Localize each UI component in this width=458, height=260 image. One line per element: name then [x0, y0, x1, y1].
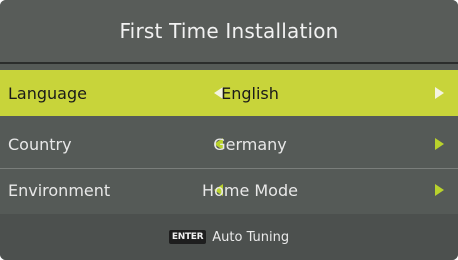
- row-label-language: Language: [8, 83, 87, 103]
- title-bar: First Time Installation: [0, 0, 458, 64]
- enter-key-icon: ENTER: [168, 230, 207, 244]
- menu-row-country[interactable]: Country Germany: [0, 120, 458, 169]
- row-value-country: Germany: [213, 134, 287, 154]
- footer-hint: ENTER Auto Tuning: [0, 214, 458, 260]
- menu-row-language[interactable]: Language English: [0, 70, 458, 116]
- row-label-environment: Environment: [8, 180, 111, 200]
- menu-row-environment[interactable]: Environment Home Mode: [0, 166, 458, 215]
- row-value-language: English: [221, 83, 279, 103]
- right-triangle-icon[interactable]: [435, 87, 444, 99]
- installation-panel: First Time Installation Language English…: [0, 0, 458, 260]
- right-triangle-icon[interactable]: [435, 138, 444, 150]
- page-title: First Time Installation: [119, 19, 339, 43]
- auto-tuning-hint: Auto Tuning: [212, 229, 290, 245]
- row-value-environment: Home Mode: [202, 180, 298, 200]
- row-label-country: Country: [8, 134, 72, 154]
- right-triangle-icon[interactable]: [435, 184, 444, 196]
